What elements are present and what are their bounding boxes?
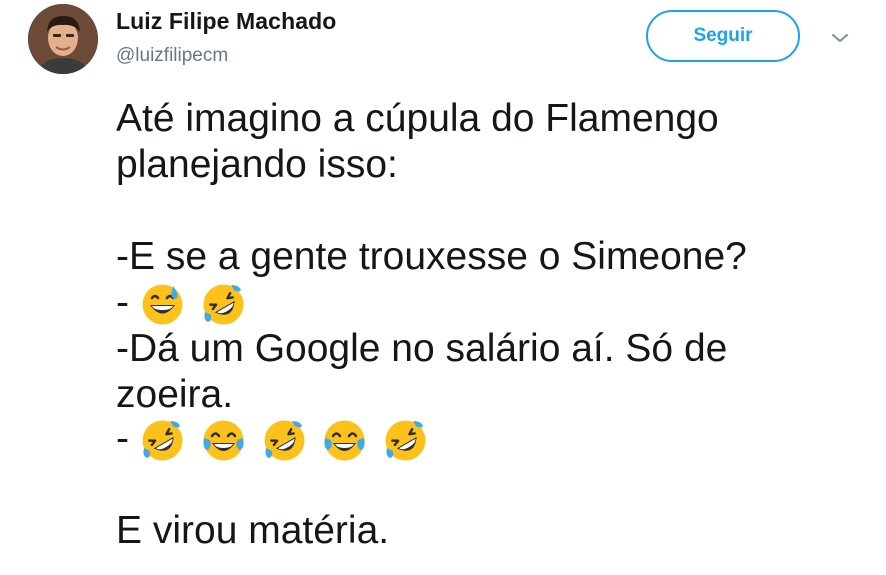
tweet-line: E virou matéria. [116, 509, 390, 552]
follow-button[interactable]: Seguir [646, 10, 800, 62]
tweet-emoji-line: - [116, 416, 876, 462]
tweet-line: zoeira. [116, 373, 234, 416]
face-with-tears-of-joy-icon [201, 418, 246, 463]
tweet-emoji-line: - [116, 280, 876, 326]
rolling-on-the-floor-laughing-icon [383, 418, 428, 463]
dash-text: - [116, 417, 129, 460]
author-display-name[interactable]: Luiz Filipe Machado [116, 8, 336, 35]
face-with-tears-of-joy-icon [322, 418, 367, 463]
tweet-line: -E se a gente trouxesse o Simeone? [116, 235, 747, 278]
rolling-on-the-floor-laughing-icon [201, 282, 246, 327]
rolling-on-the-floor-laughing-icon [262, 418, 307, 463]
chevron-down-icon [831, 33, 849, 43]
rolling-on-the-floor-laughing-icon [140, 418, 185, 463]
tweet-line: Até imagino a cúpula do Flamengo [116, 97, 719, 140]
profile-photo [28, 4, 98, 74]
dash-text: - [116, 281, 129, 324]
tweet-menu-button[interactable] [826, 26, 854, 50]
avatar[interactable] [28, 4, 98, 74]
tweet-text: Até imagino a cúpula do Flamengo planeja… [116, 96, 876, 554]
tweet-line: -Dá um Google no salário aí. Só de [116, 327, 728, 370]
grinning-face-with-sweat-icon [140, 282, 185, 327]
tweet-header: Luiz Filipe Machado @luizfilipecm Seguir [0, 0, 886, 90]
author-handle[interactable]: @luizfilipecm [116, 45, 228, 67]
tweet-line: planejando isso: [116, 143, 398, 186]
